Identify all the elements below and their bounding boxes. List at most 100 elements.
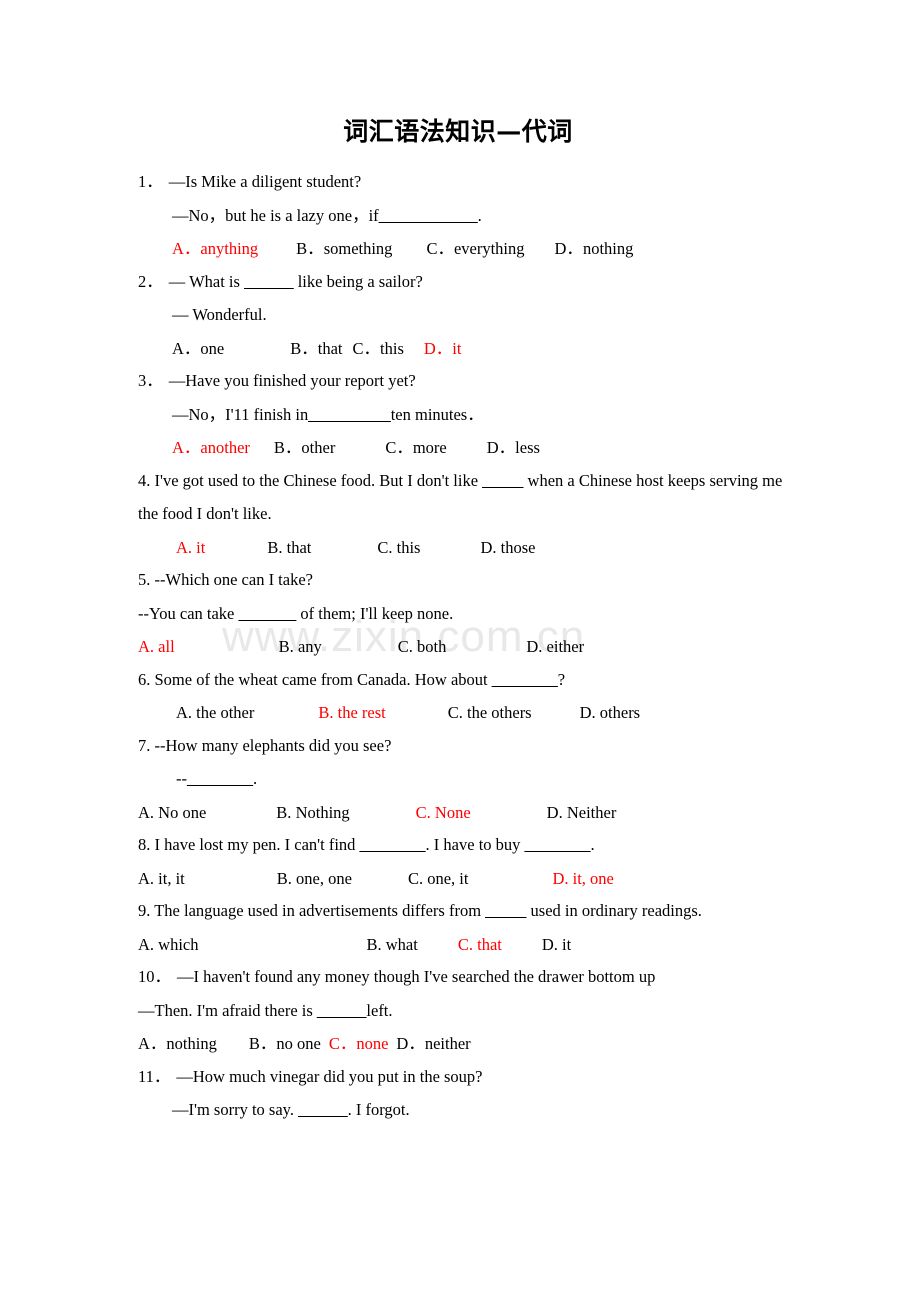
option-a[interactable]: A．anything (172, 239, 258, 258)
option-b[interactable]: B．something (296, 239, 392, 258)
question-item: 11． —How much vinegar did you put in the … (138, 1066, 798, 1119)
option-text: both (417, 637, 447, 656)
option-letter: A. (138, 637, 155, 656)
answer-blank[interactable]: __________ (308, 405, 391, 424)
answer-blank[interactable]: ____________ (379, 206, 478, 225)
answer-blank[interactable]: ________ (360, 835, 426, 854)
option-c[interactable]: C. this (377, 538, 420, 557)
option-text: which (158, 934, 199, 954)
option-c[interactable]: C. that (458, 935, 502, 954)
option-a[interactable]: A. all (138, 637, 175, 656)
question-number: 3． (138, 371, 163, 390)
option-text: none (356, 1034, 389, 1053)
option-b[interactable]: B. that (267, 538, 311, 557)
option-text: the other (196, 703, 255, 722)
option-c[interactable]: C．this (353, 339, 404, 358)
option-d[interactable]: D．it (424, 339, 462, 358)
option-letter: A. (138, 934, 155, 954)
option-letter: D. (526, 637, 543, 656)
option-letter: D. (541, 934, 558, 954)
question-item: 1． —Is Mike a diligent student? —No，but h… (138, 173, 798, 258)
option-c[interactable]: C．none (329, 1034, 389, 1053)
question-options: A．nothing B．no one C．none D．neither (138, 1034, 798, 1053)
question-stem: 3． —Have you finished your report yet? (138, 371, 798, 390)
option-b[interactable]: B. Nothing (276, 803, 349, 822)
option-d[interactable]: D. it (542, 935, 571, 954)
option-d[interactable]: D．nothing (555, 239, 634, 258)
option-b[interactable]: B．other (274, 438, 335, 457)
option-d[interactable]: D. it, one (552, 869, 613, 888)
option-c[interactable]: C. both (398, 637, 447, 656)
option-b[interactable]: B．no one (249, 1034, 321, 1053)
reply-text-pre: —Then. I'm afraid there is (138, 1000, 317, 1020)
question-stem: 9. The language used in advertisements d… (138, 901, 798, 920)
question-item: 5. --Which one can I take? --You can tak… (138, 571, 798, 656)
option-b[interactable]: B. what (367, 935, 418, 954)
answer-blank[interactable]: _____ (482, 471, 523, 490)
document-body: 词汇语法知识—代词 1． —Is Mike a diligent student?… (0, 0, 920, 1119)
option-a[interactable]: A. the other (176, 703, 254, 722)
option-a[interactable]: A. it (176, 538, 205, 557)
option-d[interactable]: D. others (580, 703, 641, 722)
option-letter: C． (328, 1034, 357, 1053)
option-a[interactable]: A．another (172, 438, 250, 457)
question-stem-text: 8. I have lost my pen. I can't find (138, 835, 360, 854)
option-a[interactable]: A．one (172, 339, 224, 358)
reply-text-pre: —I'm sorry to say. (172, 1100, 299, 1119)
option-b[interactable]: B. one, one (277, 869, 352, 888)
option-b[interactable]: B. the rest (318, 703, 385, 722)
option-c[interactable]: C．more (385, 438, 446, 457)
option-letter: B. (366, 934, 382, 954)
option-d[interactable]: D．less (487, 438, 540, 457)
option-text: that (317, 338, 343, 358)
option-text: either (546, 637, 585, 656)
question-stem-post: ? (557, 669, 566, 689)
option-text: Nothing (295, 802, 350, 822)
option-letter: A． (172, 438, 201, 457)
option-b[interactable]: B．that (290, 339, 342, 358)
answer-blank[interactable]: ______ (244, 272, 294, 291)
answer-blank[interactable]: ________ (187, 769, 253, 788)
option-d[interactable]: D. those (480, 538, 535, 557)
option-c[interactable]: C．everything (426, 239, 524, 258)
option-text: those (500, 537, 536, 557)
option-letter: D. (579, 703, 596, 722)
option-letter: B. (276, 802, 292, 822)
option-d[interactable]: D. Neither (547, 803, 617, 822)
option-letter: B． (273, 438, 302, 457)
answer-blank[interactable]: _____ (485, 901, 526, 920)
question-options: A. it B. that C. this D. those (138, 538, 798, 557)
question-reply: —I'm sorry to say. ______. I forgot. (138, 1100, 798, 1119)
option-c[interactable]: C. one, it (408, 869, 469, 888)
question-number: 11． (138, 1066, 171, 1086)
answer-blank-2[interactable]: ________ (525, 835, 591, 854)
question-stem: 10． —I haven't found any money though I'v… (138, 968, 798, 986)
option-a[interactable]: A. it, it (138, 869, 185, 888)
question-stem-post: . (590, 835, 595, 854)
option-a[interactable]: A. which (138, 935, 199, 954)
question-options: A. No one B. Nothing C. None D. Neither (138, 803, 798, 822)
option-letter: C. (447, 703, 463, 722)
option-letter: A. (176, 703, 193, 722)
answer-blank[interactable]: _______ (239, 604, 297, 623)
question-reply: —No，I'11 finish in__________ten minutes． (138, 405, 798, 424)
option-d[interactable]: D. either (526, 637, 584, 656)
question-stem-post: used in ordinary readings. (526, 901, 702, 920)
option-c[interactable]: C. the others (448, 703, 532, 722)
option-letter: B． (248, 1034, 277, 1053)
option-c[interactable]: C. None (416, 803, 471, 822)
option-b[interactable]: B. any (279, 637, 322, 656)
option-d[interactable]: D．neither (396, 1034, 470, 1053)
answer-blank[interactable]: ______ (317, 1001, 367, 1020)
question-stem-text: —How much vinegar did you put in the sou… (176, 1066, 483, 1086)
answer-blank[interactable]: ______ (298, 1100, 348, 1119)
option-text: other (301, 438, 336, 457)
question-stem: 7. --How many elephants did you see? (138, 735, 392, 755)
answer-blank[interactable]: ________ (492, 670, 558, 689)
option-a[interactable]: A．nothing (138, 1034, 217, 1053)
option-a[interactable]: A. No one (138, 803, 206, 822)
option-letter: D. (552, 868, 569, 888)
option-text: more (412, 438, 447, 457)
option-letter: D． (423, 338, 453, 358)
option-text: something (323, 239, 393, 258)
